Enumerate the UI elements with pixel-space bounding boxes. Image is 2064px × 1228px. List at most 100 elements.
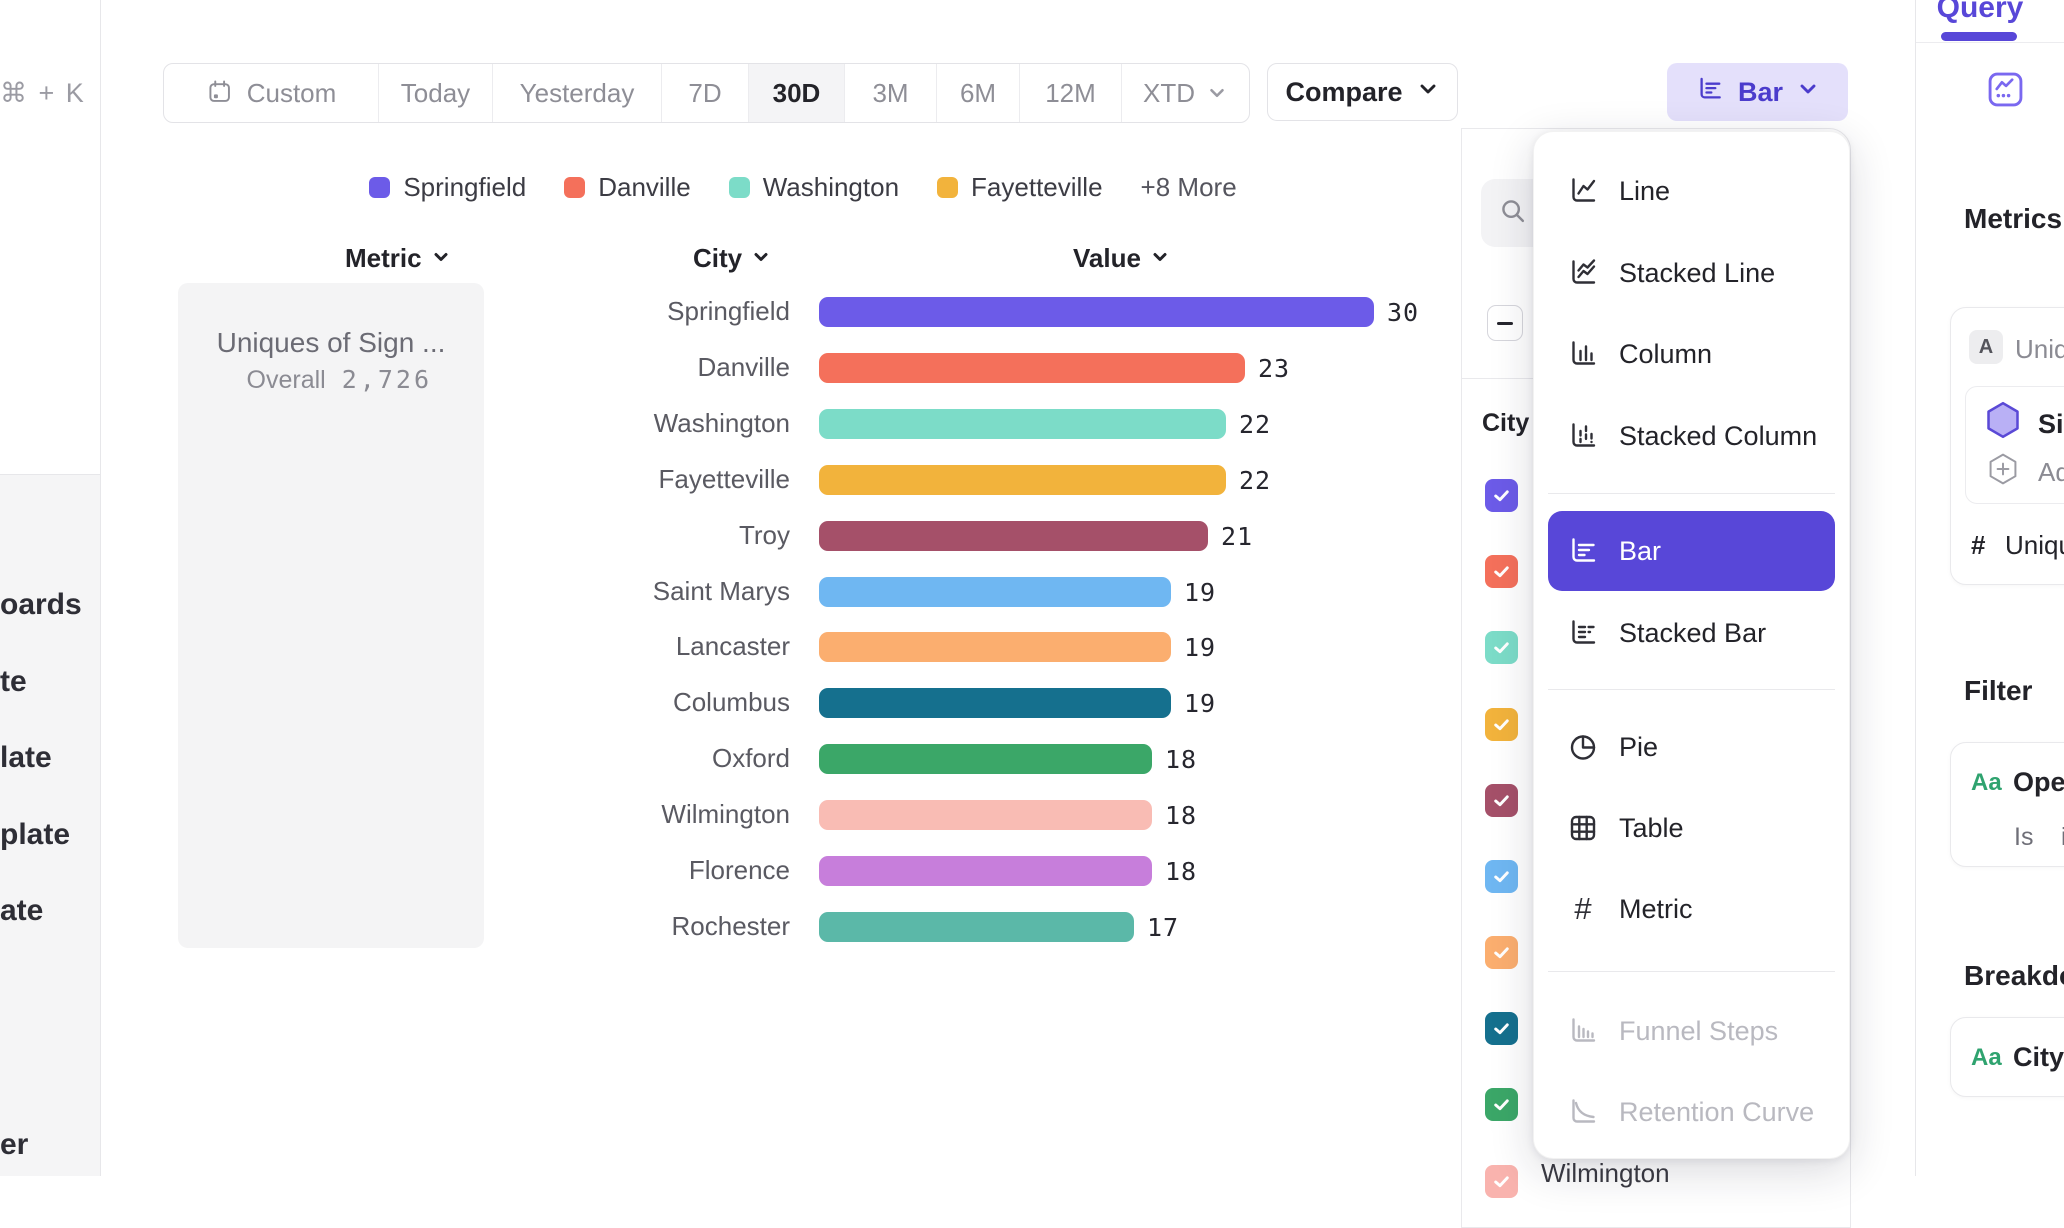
string-property-badge: Aa xyxy=(1971,769,2002,797)
legend-swatch xyxy=(564,177,585,198)
query-tab-underline xyxy=(1941,32,2017,41)
chart-type-button[interactable]: Bar xyxy=(1667,63,1848,121)
check-icon xyxy=(1491,485,1512,506)
bar-value-florence: 18 xyxy=(1165,857,1197,886)
menu-item-column[interactable]: Column xyxy=(1548,314,1835,394)
legend-item-washington[interactable]: Washington xyxy=(729,172,899,203)
check-icon xyxy=(1491,1094,1512,1115)
add-event-hexagon-icon[interactable] xyxy=(1985,451,2021,492)
menu-item-line[interactable]: Line xyxy=(1548,151,1835,231)
chevron-down-icon xyxy=(1796,77,1820,108)
legend-item-fayetteville[interactable]: Fayetteville xyxy=(937,172,1103,203)
check-icon xyxy=(1491,1018,1512,1039)
date-range-30d[interactable]: 30D xyxy=(749,64,845,122)
sidebar-item-oards[interactable]: oards xyxy=(0,588,82,622)
legend-more-link[interactable]: +8 More xyxy=(1141,172,1237,203)
legend-item-springfield[interactable]: Springfield xyxy=(369,172,526,203)
date-range-7d[interactable]: 7D xyxy=(662,64,749,122)
bar-fayetteville[interactable] xyxy=(819,465,1226,495)
bar-danville[interactable] xyxy=(819,353,1245,383)
city-checkbox-0[interactable] xyxy=(1485,479,1518,512)
check-icon xyxy=(1491,637,1512,658)
city-checkbox-2[interactable] xyxy=(1485,631,1518,664)
date-range-custom[interactable]: Custom xyxy=(164,64,379,122)
sidebar-item-er[interactable]: er xyxy=(0,1128,28,1162)
compare-button-label: Compare xyxy=(1285,77,1402,108)
metrics-card[interactable]: A Uniq Sig Ad # Uniqu xyxy=(1950,307,2064,585)
bar-value-danville: 23 xyxy=(1258,354,1290,383)
city-checkbox-1[interactable] xyxy=(1485,555,1518,588)
date-range-today[interactable]: Today xyxy=(379,64,493,122)
metric-card[interactable]: Uniques of Sign ... Overall 2,726 xyxy=(178,283,484,948)
compare-button[interactable]: Compare xyxy=(1267,63,1458,121)
menu-item-table[interactable]: Table xyxy=(1548,788,1835,868)
menu-item-label: Line xyxy=(1619,176,1670,207)
menu-item-label: Table xyxy=(1619,813,1684,844)
menu-item-stacked-bar[interactable]: Stacked Bar xyxy=(1548,593,1835,673)
metric-card-title: Uniques of Sign ... xyxy=(178,327,484,359)
date-range-label: 7D xyxy=(688,78,721,109)
city-checkbox-4[interactable] xyxy=(1485,784,1518,817)
date-range-6m[interactable]: 6M xyxy=(937,64,1020,122)
date-range-label: 3M xyxy=(872,78,908,109)
city-checkbox-5[interactable] xyxy=(1485,860,1518,893)
breakdown-card[interactable]: Aa City xyxy=(1950,1017,2064,1097)
city-checkbox-8[interactable] xyxy=(1485,1088,1518,1121)
column-chart-icon xyxy=(1566,337,1600,371)
filter-operator: Is xyxy=(2014,823,2033,852)
date-range-yesterday[interactable]: Yesterday xyxy=(493,64,662,122)
menu-item-stacked-line[interactable]: Stacked Line xyxy=(1548,233,1835,313)
date-range-label: Today xyxy=(401,78,470,109)
sidebar-item-ate[interactable]: ate xyxy=(0,894,43,928)
chevron-down-icon xyxy=(1416,77,1440,108)
date-range-12m[interactable]: 12M xyxy=(1020,64,1122,122)
sidebar-item-te[interactable]: te xyxy=(0,665,27,699)
city-filter-item-wilmington[interactable]: Wilmington xyxy=(1541,1158,1670,1189)
menu-item-pie[interactable]: Pie xyxy=(1548,707,1835,787)
bar-value-saint-marys: 19 xyxy=(1184,578,1216,607)
command-k-shortcut-hint: ⌘ + K xyxy=(0,78,86,109)
bar-columbus[interactable] xyxy=(819,688,1171,718)
city-checkbox-9[interactable] xyxy=(1485,1165,1518,1198)
bar-saint-marys[interactable] xyxy=(819,577,1171,607)
aggregation-label: Uniqu xyxy=(2005,530,2064,561)
bar-washington[interactable] xyxy=(819,409,1226,439)
metric-column-header[interactable]: Metric xyxy=(345,243,451,274)
sidebar-item-plate[interactable]: plate xyxy=(0,818,70,852)
value-column-header[interactable]: Value xyxy=(1073,243,1170,274)
bar-value-fayetteville: 22 xyxy=(1239,466,1271,495)
menu-item-stacked-column[interactable]: Stacked Column xyxy=(1548,396,1835,476)
chevron-down-icon xyxy=(751,243,771,274)
query-panel-divider xyxy=(1915,0,1916,1176)
search-icon xyxy=(1498,196,1528,231)
bar-value-springfield: 30 xyxy=(1387,298,1419,327)
minus-icon xyxy=(1497,322,1513,325)
bar-label-rochester: Rochester xyxy=(440,911,790,942)
bar-springfield[interactable] xyxy=(819,297,1374,327)
bar-rochester[interactable] xyxy=(819,912,1134,942)
date-range-xtd[interactable]: XTD xyxy=(1122,64,1249,122)
filter-card[interactable]: Aa Ope Is i xyxy=(1950,742,2064,867)
collapse-all-button[interactable] xyxy=(1487,305,1523,341)
city-checkbox-6[interactable] xyxy=(1485,936,1518,969)
city-checkbox-3[interactable] xyxy=(1485,708,1518,741)
chart-type-menu: Line Stacked LineColumnStacked Column BarS… xyxy=(1533,131,1850,1159)
bar-lancaster[interactable] xyxy=(819,632,1171,662)
menu-item-metric[interactable]: #Metric xyxy=(1548,869,1835,949)
bar-wilmington[interactable] xyxy=(819,800,1152,830)
event-card[interactable]: Sig Ad xyxy=(1965,386,2064,504)
bar-value-troy: 21 xyxy=(1221,522,1253,551)
menu-item-bar[interactable]: Bar xyxy=(1548,511,1835,591)
bar-oxford[interactable] xyxy=(819,744,1152,774)
city-checkbox-7[interactable] xyxy=(1485,1012,1518,1045)
sidebar-item-late[interactable]: late xyxy=(0,741,52,775)
bar-florence[interactable] xyxy=(819,856,1152,886)
bar-label-troy: Troy xyxy=(440,520,790,551)
tab-query[interactable]: Query xyxy=(1930,0,2030,25)
city-column-header[interactable]: City xyxy=(693,243,771,274)
legend-item-danville[interactable]: Danville xyxy=(564,172,691,203)
date-range-3m[interactable]: 3M xyxy=(845,64,937,122)
insights-chart-icon[interactable] xyxy=(1987,71,2024,113)
bar-troy[interactable] xyxy=(819,521,1208,551)
calendar-icon xyxy=(206,78,236,108)
